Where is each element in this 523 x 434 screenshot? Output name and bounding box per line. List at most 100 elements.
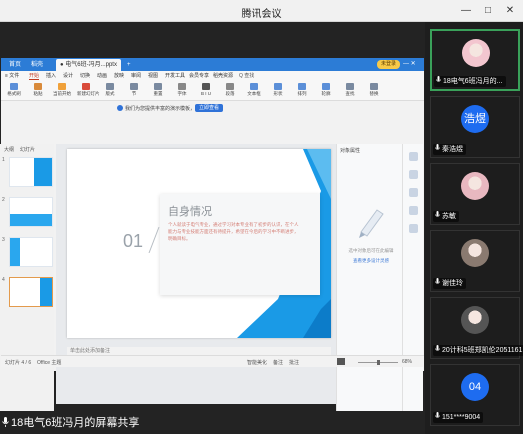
template-icon[interactable] xyxy=(409,206,418,215)
menu-review[interactable]: 审阅 xyxy=(131,72,141,79)
slide-thumbnail-number: 2 xyxy=(2,197,5,203)
ribbon-button-icon xyxy=(130,83,138,90)
menu-design[interactable]: 设计 xyxy=(63,72,73,79)
screen-share-caption: 18电气6班冯月的屏幕共享 xyxy=(0,413,139,434)
window-titlebar: 腾讯会议 — □ ✕ xyxy=(0,0,523,22)
slide-thumbnail[interactable] xyxy=(9,197,53,227)
comments-button[interactable]: 批注 xyxy=(289,359,299,366)
menu-insert[interactable]: 插入 xyxy=(46,72,56,79)
side-toolbar xyxy=(402,144,423,411)
thumbnail-decoration xyxy=(10,214,52,226)
participant-avatar xyxy=(461,172,489,200)
ribbon-button[interactable]: 格式刷 xyxy=(5,83,23,99)
participant-name: 20计科5班郑凯伦2051161... xyxy=(442,347,523,354)
participant-avatar xyxy=(461,306,489,334)
ribbon-button-label: 排列 xyxy=(297,91,307,96)
participant-tile[interactable]: 浩煜 秦浩煜 xyxy=(430,96,520,158)
slide-thumbnail[interactable] xyxy=(9,157,53,187)
ribbon-button[interactable]: 版式 xyxy=(101,83,119,99)
section-number: 01 xyxy=(123,231,144,251)
menu-member[interactable]: 会员专享 xyxy=(189,72,209,79)
settings-icon[interactable] xyxy=(409,224,418,233)
ribbon-button[interactable]: 形状 xyxy=(269,83,287,99)
participant-name-tag: 20计科5班郑凯伦2051161... xyxy=(433,345,523,356)
smart-beautify-button[interactable]: 智能美化 xyxy=(247,359,267,366)
ribbon-button[interactable]: B I U xyxy=(197,83,215,99)
slide-thumbnail[interactable] xyxy=(9,277,53,307)
ribbon-button[interactable]: 节 xyxy=(125,83,143,99)
participant-avatar-initials: 04 xyxy=(461,373,489,401)
notes-field[interactable]: 单击此处添加备注 xyxy=(67,347,331,355)
menu-home[interactable]: 开始 xyxy=(29,72,40,80)
participant-avatar-initials: 浩煜 xyxy=(461,105,489,133)
design-inspiration-link[interactable]: 查看更多设计灵感 xyxy=(343,258,399,264)
current-slide[interactable]: 01 自身情况 个人就读于电气专业，通过学习对本专业有了初步的认识，在个人能力与… xyxy=(67,149,331,338)
menu-developer[interactable]: 开发工具 xyxy=(165,72,185,79)
ribbon-button[interactable]: 重置 xyxy=(149,83,167,99)
participant-tile[interactable]: 苏敏 xyxy=(430,163,520,225)
participant-tile[interactable]: 20计科5班郑凯伦2051161... xyxy=(430,297,523,359)
menu-slideshow[interactable]: 放映 xyxy=(114,72,124,79)
zoom-slider-knob[interactable] xyxy=(377,360,380,365)
participant-name-tag: 151****9004 xyxy=(433,412,484,423)
transition-icon[interactable] xyxy=(409,188,418,197)
info-icon xyxy=(117,105,123,111)
ribbon-button-label: 文本框 xyxy=(247,91,261,96)
screen-share-caption-text: 18电气6班冯月的屏幕共享 xyxy=(11,417,140,429)
minimize-button[interactable]: — xyxy=(458,3,474,19)
ribbon-button[interactable]: 粘贴 xyxy=(29,83,47,99)
maximize-button[interactable]: □ xyxy=(480,3,496,19)
zoom-level-text: 68% xyxy=(402,359,413,365)
menu-docer-resources[interactable]: 稻壳资源 xyxy=(213,72,233,79)
menu-file[interactable]: ≡ 文件 xyxy=(5,72,19,79)
tab-docer[interactable]: 稻壳 xyxy=(27,59,47,71)
ribbon-button[interactable]: 轮廓 xyxy=(317,83,335,99)
ribbon-button-icon xyxy=(82,83,90,90)
slash-decoration xyxy=(148,227,160,253)
slide-heading: 自身情况 xyxy=(168,206,212,218)
slides-tab[interactable]: 幻灯片 xyxy=(20,146,35,153)
close-button[interactable]: ✕ xyxy=(502,3,518,19)
ribbon-button[interactable]: 文本框 xyxy=(245,83,263,99)
new-tab-button[interactable]: + xyxy=(123,59,135,71)
ribbon-button-icon xyxy=(322,83,330,90)
object-property-icon[interactable] xyxy=(409,152,418,161)
participant-tile[interactable]: 谢佳玲 xyxy=(430,230,520,292)
ribbon-toolbar: 格式刷 粘贴 当前开始 新建幻灯片 版式 节 重置 字体 B I U 段落 文本框 形状 排列 轮廓 查找 替… xyxy=(1,81,424,101)
view-now-button[interactable]: 立即查看 xyxy=(195,104,224,112)
ribbon-button-label: 形状 xyxy=(273,91,283,96)
animation-icon[interactable] xyxy=(409,170,418,179)
menu-view[interactable]: 视图 xyxy=(148,72,158,79)
participant-tile[interactable]: 04 151****9004 xyxy=(430,364,520,426)
participant-tile[interactable]: 18电气6班冯月的... xyxy=(430,29,520,91)
participant-name-tag: 苏敏 xyxy=(433,211,459,222)
play-slideshow-icon[interactable] xyxy=(337,358,345,365)
ribbon-button[interactable]: 查找 xyxy=(341,83,359,99)
ribbon-button-icon xyxy=(346,83,354,90)
theme-name-text: Office 主题 xyxy=(37,360,62,366)
microphone-icon xyxy=(435,278,440,284)
slide-body-text: 个人就读于电气专业，通过学习对本专业有了初步的认识，在个人能力与专业技能方面还有… xyxy=(168,222,299,241)
ribbon-button-label: B I U xyxy=(200,91,211,96)
search-button[interactable]: Q 查找 xyxy=(239,72,254,79)
slide-thumbnail[interactable] xyxy=(9,237,53,267)
tab-document[interactable]: ● 电气6班-冯月...pptx xyxy=(56,59,121,71)
ribbon-button[interactable]: 段落 xyxy=(221,83,239,99)
app-window-controls-icon[interactable]: — ✕ xyxy=(403,60,416,67)
thumbnail-decoration xyxy=(34,158,52,186)
menu-transition[interactable]: 切换 xyxy=(80,72,90,79)
ribbon-button[interactable]: 排列 xyxy=(293,83,311,99)
ribbon-button[interactable]: 新建幻灯片 xyxy=(77,83,100,99)
notes-toggle-button[interactable]: 备注 xyxy=(273,359,283,366)
ribbon-button[interactable]: 当前开始 xyxy=(53,83,71,99)
participant-name: 151****9004 xyxy=(442,414,481,421)
ribbon-button[interactable]: 字体 xyxy=(173,83,191,99)
tab-home[interactable]: 首页 xyxy=(5,59,25,71)
login-button[interactable]: 未登录 xyxy=(376,60,400,69)
ribbon-button[interactable]: 替换 xyxy=(365,83,383,99)
menu-animation[interactable]: 动画 xyxy=(97,72,107,79)
assistant-panel: 对象属性 选中对象后可在此编辑 查看更多设计灵感 xyxy=(336,144,402,411)
outline-tab[interactable]: 大纲 xyxy=(4,146,14,153)
ribbon-button-label: 粘贴 xyxy=(33,91,43,96)
slide-thumbnail-number: 1 xyxy=(2,157,5,163)
